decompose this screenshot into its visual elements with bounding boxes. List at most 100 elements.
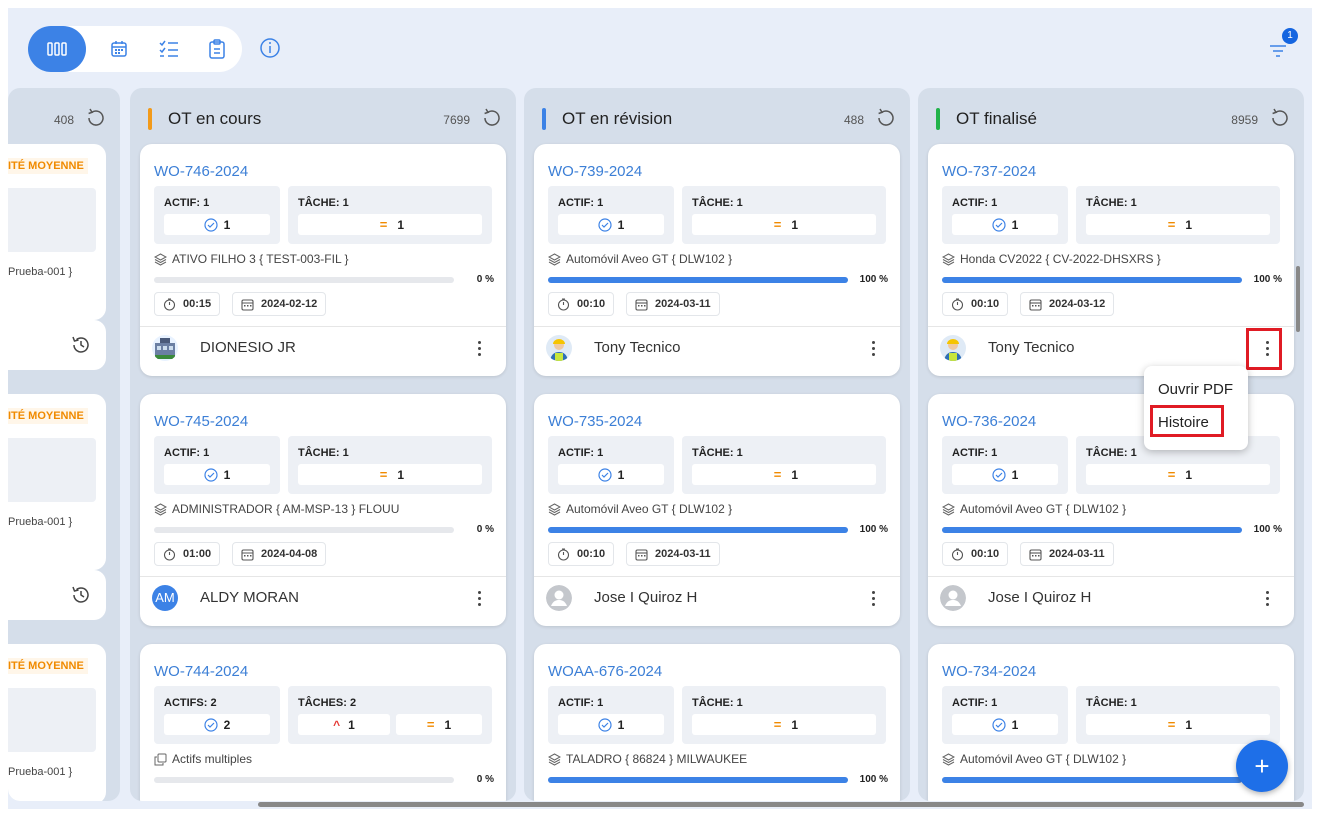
assets-count-value: 1 [952, 714, 1058, 735]
history-icon[interactable] [70, 584, 92, 606]
work-order-card[interactable]: WO-739-2024 ACTIF: 1 1 TÂCHE: 1 = 1 Automóvil … [534, 144, 900, 376]
info-button[interactable] [258, 36, 282, 60]
partial-card[interactable]: ITÉ MOYENNE Prueba-001 } [8, 394, 106, 570]
assets-count-number: 1 [223, 467, 231, 482]
assets-count-number: 1 [617, 717, 625, 732]
work-order-number[interactable]: WO-746-2024 [154, 163, 248, 180]
card-menu-button[interactable] [860, 333, 886, 363]
work-order-card[interactable]: WO-745-2024 ACTIF: 1 1 TÂCHE: 1 = 1 ADMINISTRA… [140, 394, 506, 626]
menu-item-open-pdf[interactable]: Ouvrir PDF [1158, 381, 1233, 398]
card-menu-button[interactable] [466, 583, 492, 613]
work-order-number[interactable]: WOAA-676-2024 [548, 663, 662, 680]
horizontal-scrollbar[interactable] [258, 802, 1304, 807]
check-circle-icon [204, 717, 218, 732]
card-menu-button[interactable] [466, 333, 492, 363]
duration-value: 00:10 [577, 298, 606, 310]
asset-line: Automóvil Aveo GT { DLW102 } [548, 502, 732, 516]
asset-name: Automóvil Aveo GT { DLW102 } [960, 752, 1127, 766]
progress-fill [548, 277, 848, 283]
work-order-card[interactable]: WO-735-2024 ACTIF: 1 1 TÂCHE: 1 = 1 Automóvil … [534, 394, 900, 626]
priority-label: ITÉ MOYENNE [8, 658, 88, 674]
column-refresh-button[interactable] [480, 106, 504, 130]
work-order-card[interactable]: WO-746-2024 ACTIF: 1 1 TÂCHE: 1 = 1 ATIVO FILH… [140, 144, 506, 376]
tasks-count-value: = 1 [692, 214, 876, 235]
filter-button[interactable]: 1 [1260, 28, 1300, 68]
calendar-icon [635, 298, 648, 311]
assets-count-number: 1 [1011, 467, 1019, 482]
partial-card[interactable]: ITÉ MOYENNE Prueba-001 } [8, 144, 106, 320]
work-order-card[interactable]: WO-737-2024 ACTIF: 1 1 TÂCHE: 1 = 1 Honda CV20… [928, 144, 1294, 376]
tasks-count-value: = 1 [298, 214, 482, 235]
partial-card[interactable]: ITÉ MOYENNE Prueba-001 } [8, 644, 106, 801]
duration-chip: 00:10 [548, 542, 615, 566]
avatar [940, 335, 966, 361]
progress-percent: 0 % [476, 274, 494, 285]
progress-bar [942, 277, 1242, 283]
assignee-name: Tony Tecnico [988, 339, 1075, 356]
add-button[interactable]: + [1236, 740, 1288, 792]
progress-percent: 100 % [859, 774, 888, 785]
assets-count-value: 1 [558, 464, 664, 485]
equals-icon: = [1167, 467, 1176, 482]
tasks-count-label: TÂCHES: 2 [298, 697, 357, 709]
date-value: 2024-03-11 [655, 548, 711, 560]
duration-chip: 00:10 [942, 292, 1009, 316]
card-menu-button[interactable] [860, 583, 886, 613]
card-menu-button[interactable] [1254, 583, 1280, 613]
equals-icon: = [773, 467, 782, 482]
work-order-number[interactable]: WO-734-2024 [942, 663, 1036, 680]
refresh-icon [878, 108, 894, 126]
assignee-name: ALDY MORAN [200, 589, 299, 606]
work-order-number[interactable]: WO-739-2024 [548, 163, 642, 180]
progress-percent: 100 % [859, 274, 888, 285]
tasks-count-label: TÂCHE: 1 [692, 197, 743, 209]
progress-bar [154, 527, 454, 533]
column-refresh-button[interactable] [874, 106, 898, 130]
equals-icon: = [773, 717, 782, 732]
timer-icon [557, 297, 570, 311]
calendar-view-button[interactable] [96, 26, 142, 72]
refresh-icon [88, 108, 104, 126]
column-title: OT en révision [562, 109, 673, 128]
work-order-number[interactable]: WO-735-2024 [548, 413, 642, 430]
assets-count-box: ACTIF: 1 1 [548, 186, 674, 244]
assets-count-box: ACTIF: 1 1 [942, 186, 1068, 244]
column-refresh-button[interactable] [84, 106, 108, 130]
assignee-name: Jose I Quiroz H [988, 589, 1092, 606]
date-chip: 2024-04-08 [232, 542, 327, 566]
date-chip: 2024-02-12 [232, 292, 327, 316]
work-order-card[interactable]: WO-744-2024 ACTIFS: 2 2 TÂCHES: 2 ^ 1 = 1 Actifs… [140, 644, 506, 801]
progress-bar [548, 277, 848, 283]
avatar [940, 585, 966, 611]
assets-count-label: ACTIF: 1 [952, 197, 998, 209]
checklist-view-button[interactable] [146, 26, 192, 72]
asset-name: ATIVO FILHO 3 { TEST-003-FIL } [172, 252, 349, 266]
assets-count-label: ACTIF: 1 [558, 697, 604, 709]
column-refresh-button[interactable] [1268, 106, 1292, 130]
column-accent-bar [542, 108, 546, 130]
work-order-number[interactable]: WO-745-2024 [154, 413, 248, 430]
cube-icon [548, 252, 561, 266]
cube-icon [942, 502, 955, 516]
board-view-button[interactable] [28, 26, 86, 72]
assignee-name: Tony Tecnico [594, 339, 681, 356]
asset-text: Prueba-001 } [8, 766, 73, 778]
work-order-number[interactable]: WO-737-2024 [942, 163, 1036, 180]
progress-percent: 100 % [1253, 524, 1282, 535]
filter-count-badge: 1 [1282, 28, 1298, 44]
work-order-number[interactable]: WO-736-2024 [942, 413, 1036, 430]
history-icon[interactable] [70, 334, 92, 356]
calendar-icon [1029, 548, 1042, 561]
progress-bar [942, 527, 1242, 533]
work-order-number[interactable]: WO-744-2024 [154, 663, 248, 680]
column-accent-bar [936, 108, 940, 130]
cube-icon [942, 752, 955, 766]
asset-line: Automóvil Aveo GT { DLW102 } [942, 502, 1126, 516]
duration-value: 00:15 [183, 298, 212, 310]
cube-icon [154, 502, 167, 516]
asset-text: Prueba-001 } [8, 516, 73, 528]
work-order-card[interactable]: WOAA-676-2024 ACTIF: 1 1 TÂCHE: 1 = 1 TALADRO … [534, 644, 900, 801]
clipboard-view-button[interactable] [194, 26, 240, 72]
vertical-scrollbar[interactable] [1296, 266, 1300, 332]
cube-icon [548, 502, 561, 516]
